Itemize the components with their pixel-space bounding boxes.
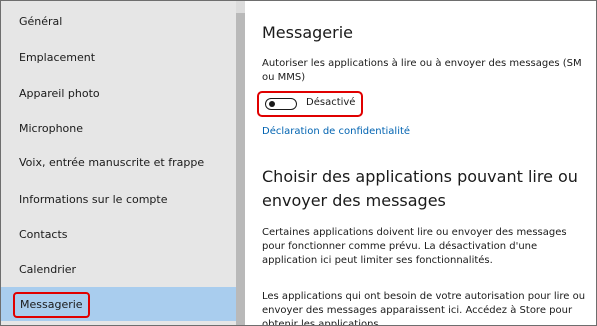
section-paragraph: Les applications qui ont besoin de votre… xyxy=(262,291,586,326)
toggle-knob xyxy=(269,101,275,107)
section-heading: Choisir des applications pouvant lire ou… xyxy=(262,167,578,210)
messaging-access-toggle[interactable] xyxy=(265,98,297,110)
sidebar-item-location[interactable]: Emplacement xyxy=(1,41,236,75)
section-paragraph: Certaines applications doivent lire ou e… xyxy=(262,227,567,266)
sidebar-item-contacts[interactable]: Contacts xyxy=(1,218,236,252)
sidebar-item-label: Emplacement xyxy=(19,51,96,64)
page-title: Messagerie xyxy=(262,23,353,42)
sidebar-item-label: Messagerie xyxy=(13,292,90,318)
sidebar-item-label: Calendrier xyxy=(19,263,77,276)
sidebar-item-messaging[interactable]: Messagerie xyxy=(1,287,236,321)
sidebar-item-speech-inking-typing[interactable]: Voix, entrée manuscrite et frappe xyxy=(1,146,236,180)
scrollbar-track[interactable] xyxy=(236,1,245,13)
sidebar-item-label: Contacts xyxy=(19,228,68,241)
sidebar: Général Emplacement Appareil photo Micro… xyxy=(1,1,236,325)
sidebar-item-label: Microphone xyxy=(19,122,84,135)
sidebar-item-label: Voix, entrée manuscrite et frappe xyxy=(19,156,205,169)
toggle-state-label: Désactivé xyxy=(306,97,356,108)
sidebar-item-label: Général xyxy=(19,15,63,28)
main-content: Messagerie Autoriser les applications à … xyxy=(245,1,596,325)
toggle-highlight: Désactivé xyxy=(257,91,363,117)
sidebar-item-camera[interactable]: Appareil photo xyxy=(1,77,236,111)
scrollbar-thumb[interactable] xyxy=(236,13,245,325)
sidebar-item-label: Appareil photo xyxy=(19,87,100,100)
sidebar-item-general[interactable]: Général xyxy=(1,5,236,39)
settings-window: Général Emplacement Appareil photo Micro… xyxy=(0,0,597,326)
privacy-statement-link[interactable]: Déclaration de confidentialité xyxy=(262,126,410,137)
sidebar-item-label: Informations sur le compte xyxy=(19,193,168,206)
permission-description: Autoriser les applications à lire ou à e… xyxy=(262,58,582,83)
sidebar-item-account-info[interactable]: Informations sur le compte xyxy=(1,183,236,217)
sidebar-item-microphone[interactable]: Microphone xyxy=(1,112,236,146)
sidebar-item-calendar[interactable]: Calendrier xyxy=(1,253,236,287)
